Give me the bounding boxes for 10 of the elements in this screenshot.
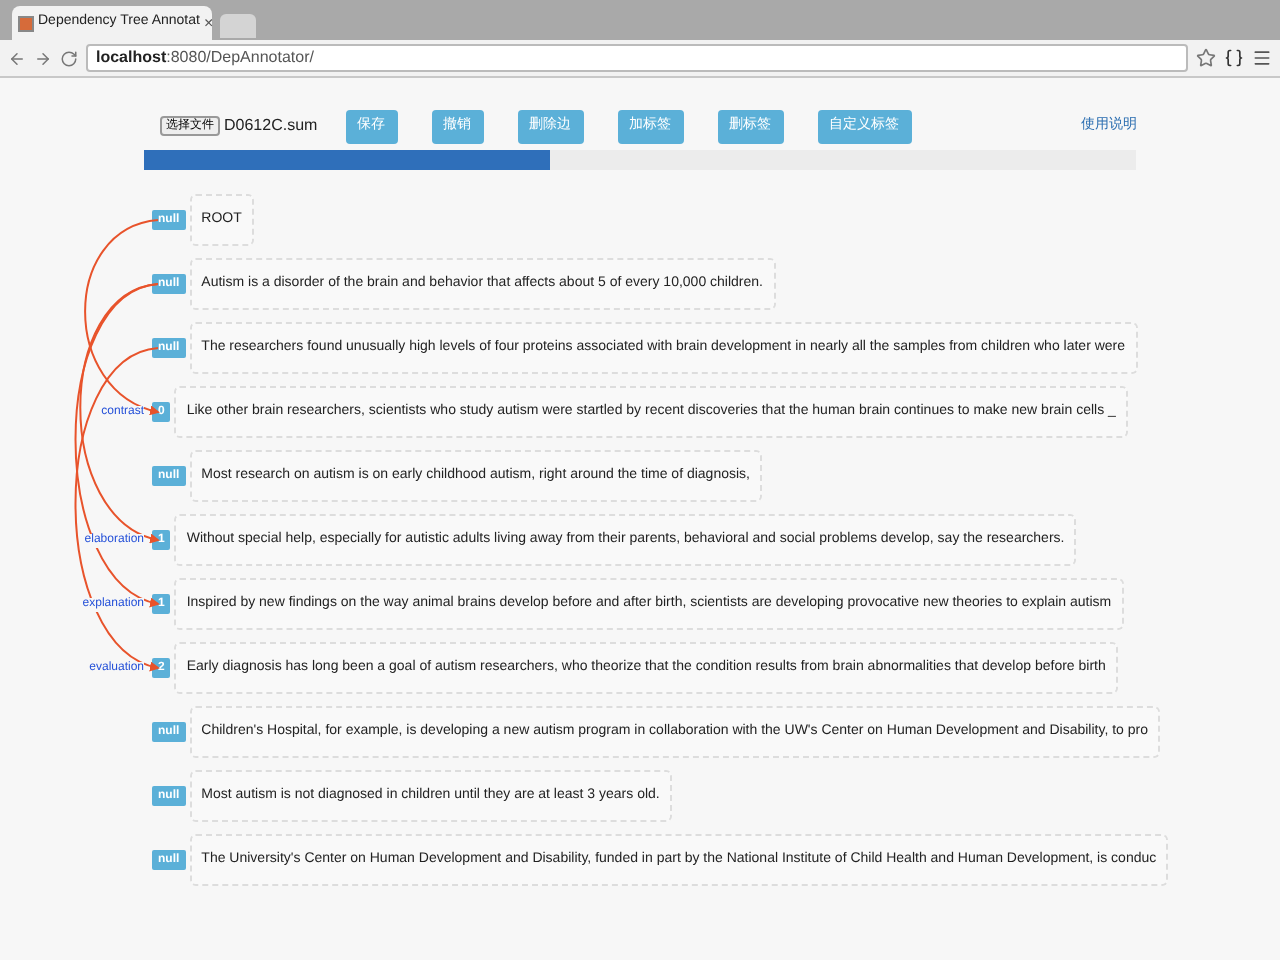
reload-icon[interactable]: [60, 49, 78, 67]
address-field[interactable]: localhost:8080/DepAnnotator/: [86, 44, 1188, 72]
back-icon[interactable]: [8, 49, 26, 67]
star-icon[interactable]: [1196, 48, 1216, 68]
page-icon: [18, 15, 34, 31]
braces-icon[interactable]: [1224, 48, 1244, 68]
menu-icon[interactable]: [1252, 48, 1272, 68]
file-name: D0612C.sum: [224, 116, 318, 136]
close-icon[interactable]: ×: [203, 11, 214, 35]
forward-icon[interactable]: [34, 49, 52, 67]
